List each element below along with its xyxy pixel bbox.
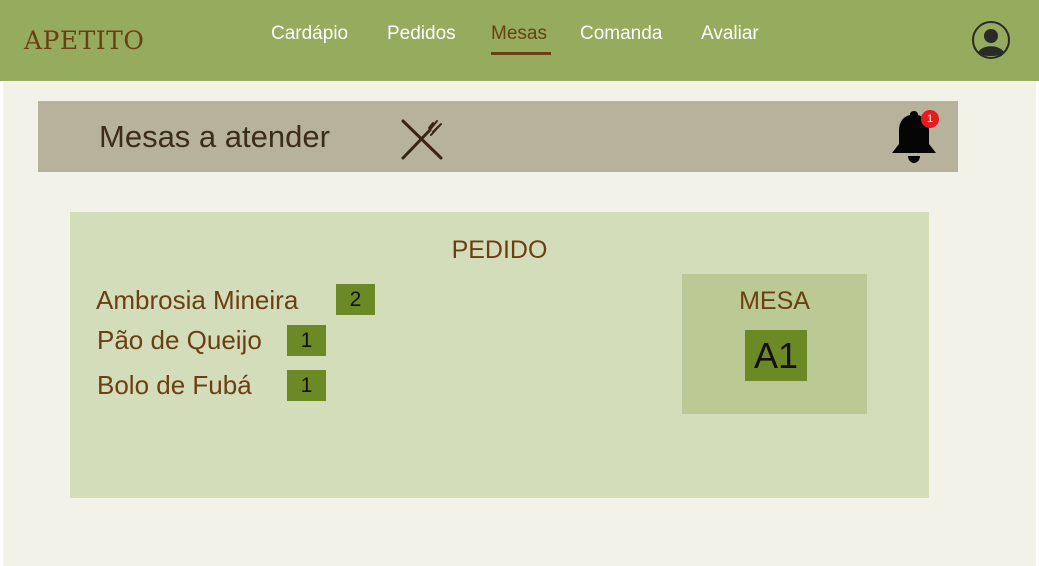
nav-active-indicator bbox=[491, 52, 551, 55]
section-header-bar: Mesas a atender 1 bbox=[38, 101, 958, 172]
order-title: PEDIDO bbox=[451, 236, 548, 264]
table-label: MESA bbox=[739, 287, 810, 315]
nav-link-cardapio[interactable]: Cardápio bbox=[271, 23, 348, 45]
nav-link-comanda[interactable]: Comanda bbox=[580, 23, 662, 45]
table-number: A1 bbox=[745, 330, 807, 381]
order-item-name: Ambrosia Mineira bbox=[96, 285, 299, 315]
order-item-quantity: 1 bbox=[287, 325, 326, 356]
table-info-box: MESA A1 bbox=[682, 274, 867, 414]
order-item-name: Pão de Queijo bbox=[97, 325, 262, 355]
order-item-quantity: 1 bbox=[287, 370, 326, 401]
notification-count-badge: 1 bbox=[921, 110, 939, 128]
order-item-quantity: 2 bbox=[336, 284, 375, 315]
brand-logo[interactable]: APETITO bbox=[24, 26, 144, 55]
order-item-name: Bolo de Fubá bbox=[97, 370, 252, 400]
top-navbar: APETITO Cardápio Pedidos Mesas Comanda A… bbox=[0, 0, 1039, 81]
order-card[interactable]: PEDIDO Ambrosia Mineira 2 Pão de Queijo … bbox=[70, 212, 929, 498]
user-profile-icon[interactable] bbox=[971, 20, 1011, 60]
page-title: Mesas a atender bbox=[99, 119, 330, 154]
nav-link-pedidos[interactable]: Pedidos bbox=[387, 23, 456, 45]
nav-link-avaliar[interactable]: Avaliar bbox=[701, 23, 759, 45]
notifications-button[interactable]: 1 bbox=[890, 108, 939, 164]
fork-knife-icon bbox=[400, 118, 444, 160]
nav-link-mesas[interactable]: Mesas bbox=[491, 23, 547, 45]
